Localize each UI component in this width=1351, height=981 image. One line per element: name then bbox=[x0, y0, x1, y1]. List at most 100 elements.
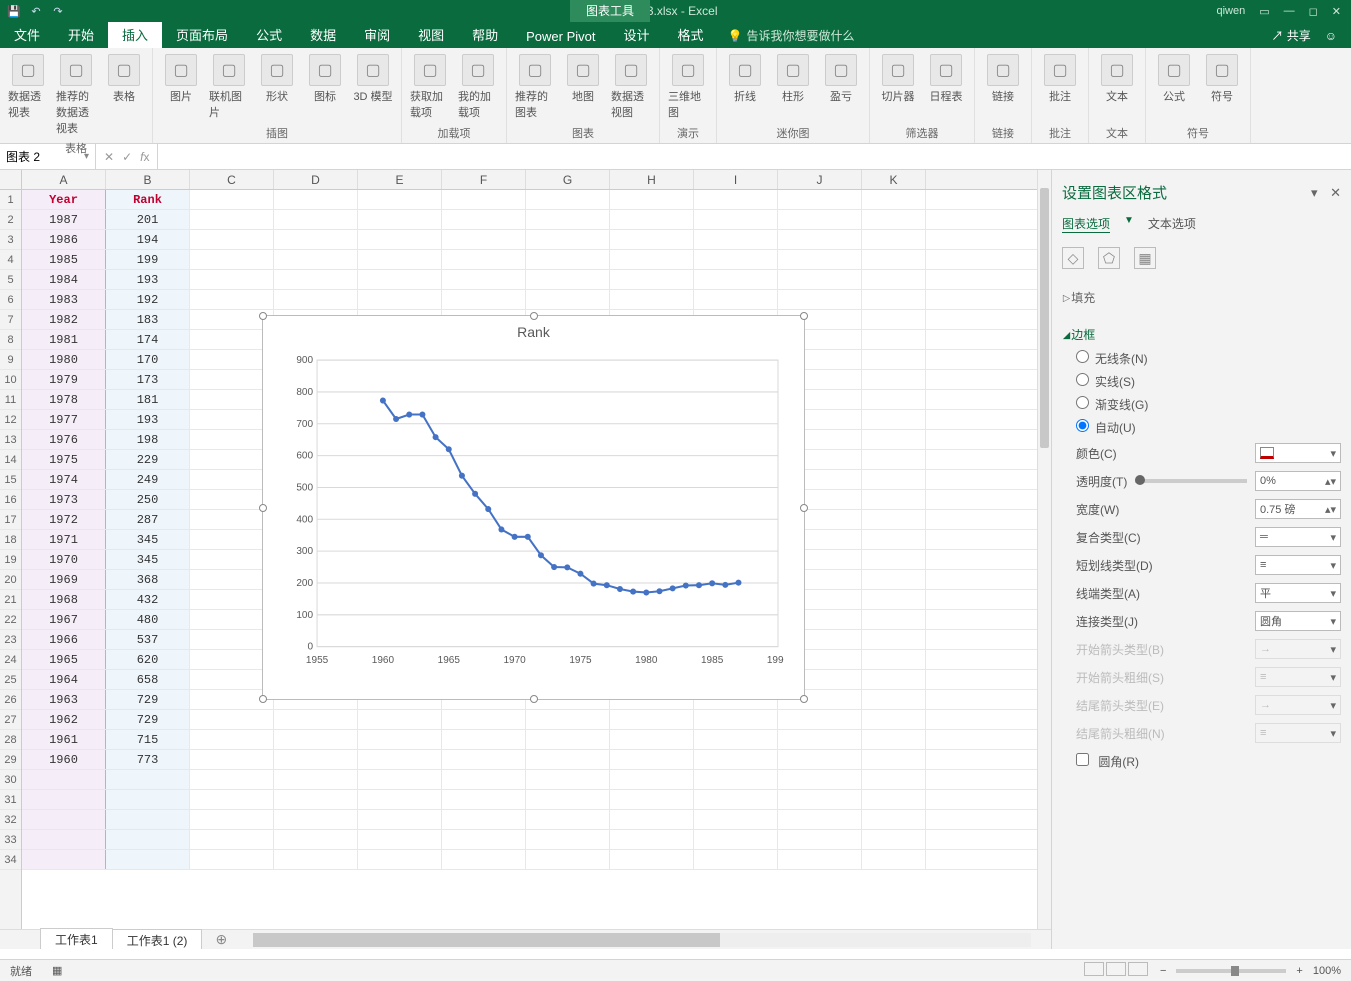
ribbon-btn-盈亏[interactable]: ▢盈亏 bbox=[819, 52, 863, 106]
row-header[interactable]: 6 bbox=[0, 290, 21, 310]
row-header[interactable]: 5 bbox=[0, 270, 21, 290]
cell[interactable] bbox=[358, 190, 442, 209]
cell[interactable] bbox=[862, 310, 926, 329]
cell[interactable] bbox=[862, 770, 926, 789]
cell[interactable] bbox=[526, 790, 610, 809]
cell[interactable] bbox=[442, 290, 526, 309]
cell[interactable]: 1982 bbox=[22, 310, 106, 329]
cell[interactable] bbox=[358, 850, 442, 869]
border-option[interactable]: 自动(U) bbox=[1062, 416, 1341, 439]
cell[interactable] bbox=[190, 210, 274, 229]
resize-handle[interactable] bbox=[259, 504, 267, 512]
cell[interactable]: 1976 bbox=[22, 430, 106, 449]
cell[interactable]: 1967 bbox=[22, 610, 106, 629]
cell[interactable] bbox=[526, 290, 610, 309]
cell[interactable] bbox=[190, 270, 274, 289]
ribbon-btn-文本[interactable]: ▢文本 bbox=[1095, 52, 1139, 106]
cell[interactable] bbox=[862, 250, 926, 269]
cell[interactable]: 368 bbox=[106, 570, 190, 589]
scroll-thumb[interactable] bbox=[253, 933, 720, 947]
cell[interactable] bbox=[190, 790, 274, 809]
cell[interactable] bbox=[442, 830, 526, 849]
cell[interactable]: 1981 bbox=[22, 330, 106, 349]
cell[interactable] bbox=[190, 750, 274, 769]
cell[interactable]: 345 bbox=[106, 530, 190, 549]
cell[interactable] bbox=[862, 410, 926, 429]
cell[interactable] bbox=[610, 250, 694, 269]
col-header-H[interactable]: H bbox=[610, 170, 694, 189]
row-header[interactable]: 3 bbox=[0, 230, 21, 250]
cell[interactable]: 1964 bbox=[22, 670, 106, 689]
cell[interactable] bbox=[862, 710, 926, 729]
row-header[interactable]: 12 bbox=[0, 410, 21, 430]
dash-select[interactable]: ≡▾ bbox=[1255, 555, 1341, 575]
cell[interactable] bbox=[862, 810, 926, 829]
section-fill[interactable]: 填充 bbox=[1062, 285, 1341, 310]
cell[interactable]: 1965 bbox=[22, 650, 106, 669]
cell[interactable] bbox=[778, 190, 862, 209]
resize-handle[interactable] bbox=[259, 695, 267, 703]
tab-审阅[interactable]: 审阅 bbox=[350, 21, 404, 48]
select-all-corner[interactable] bbox=[0, 170, 22, 190]
row-header[interactable]: 14 bbox=[0, 450, 21, 470]
row-header[interactable]: 18 bbox=[0, 530, 21, 550]
cell[interactable] bbox=[694, 770, 778, 789]
col-header-A[interactable]: A bbox=[22, 170, 106, 189]
transparency-slider[interactable] bbox=[1135, 479, 1247, 483]
join-select[interactable]: 圆角▾ bbox=[1255, 611, 1341, 631]
col-header-I[interactable]: I bbox=[694, 170, 778, 189]
cell[interactable] bbox=[862, 570, 926, 589]
cell[interactable] bbox=[778, 290, 862, 309]
effects-icon[interactable]: ⬠ bbox=[1098, 247, 1120, 269]
row-header[interactable]: 29 bbox=[0, 750, 21, 770]
cell[interactable] bbox=[274, 770, 358, 789]
cell[interactable]: 1984 bbox=[22, 270, 106, 289]
cell[interactable] bbox=[22, 810, 106, 829]
tab-视图[interactable]: 视图 bbox=[404, 21, 458, 48]
cell[interactable] bbox=[190, 730, 274, 749]
row-header[interactable]: 19 bbox=[0, 550, 21, 570]
border-option[interactable]: 实线(S) bbox=[1062, 370, 1341, 393]
cell[interactable] bbox=[106, 770, 190, 789]
ribbon-btn-推荐的数据透视表[interactable]: ▢推荐的数据透视表 bbox=[54, 52, 98, 138]
close-pane-icon[interactable]: ✕ bbox=[1330, 185, 1341, 200]
cell[interactable] bbox=[862, 830, 926, 849]
cell[interactable] bbox=[862, 510, 926, 529]
cell[interactable] bbox=[610, 230, 694, 249]
cell[interactable] bbox=[862, 270, 926, 289]
sheet-tab[interactable]: 工作表1 bbox=[40, 928, 113, 950]
row-header[interactable]: 15 bbox=[0, 470, 21, 490]
row-header[interactable]: 21 bbox=[0, 590, 21, 610]
cell[interactable] bbox=[190, 810, 274, 829]
tab-帮助[interactable]: 帮助 bbox=[458, 21, 512, 48]
cell[interactable] bbox=[442, 210, 526, 229]
cell[interactable] bbox=[190, 710, 274, 729]
cell[interactable]: Year bbox=[22, 190, 106, 209]
row-header[interactable]: 32 bbox=[0, 810, 21, 830]
cell[interactable]: 1980 bbox=[22, 350, 106, 369]
cell[interactable]: 192 bbox=[106, 290, 190, 309]
row-header[interactable]: 1 bbox=[0, 190, 21, 210]
ribbon-options-icon[interactable]: ▭ bbox=[1259, 5, 1269, 18]
scroll-thumb[interactable] bbox=[1040, 188, 1049, 448]
minimize-icon[interactable]: — bbox=[1284, 5, 1295, 18]
ribbon-btn-表格[interactable]: ▢表格 bbox=[102, 52, 146, 106]
cell[interactable]: 537 bbox=[106, 630, 190, 649]
cell[interactable] bbox=[442, 790, 526, 809]
cell[interactable]: 729 bbox=[106, 710, 190, 729]
cell[interactable] bbox=[442, 810, 526, 829]
cell[interactable]: 198 bbox=[106, 430, 190, 449]
cell[interactable] bbox=[862, 470, 926, 489]
cell[interactable] bbox=[190, 850, 274, 869]
row-header[interactable]: 31 bbox=[0, 790, 21, 810]
cell[interactable]: 1972 bbox=[22, 510, 106, 529]
border-option[interactable]: 无线条(N) bbox=[1062, 347, 1341, 370]
cell[interactable] bbox=[106, 830, 190, 849]
cell[interactable] bbox=[694, 290, 778, 309]
enter-icon[interactable]: ✓ bbox=[122, 150, 132, 164]
cell[interactable] bbox=[526, 850, 610, 869]
cell[interactable] bbox=[526, 710, 610, 729]
cell[interactable] bbox=[274, 830, 358, 849]
account-icon[interactable]: ☺ bbox=[1325, 29, 1337, 43]
chevron-down-icon[interactable]: ▾ bbox=[84, 151, 89, 162]
